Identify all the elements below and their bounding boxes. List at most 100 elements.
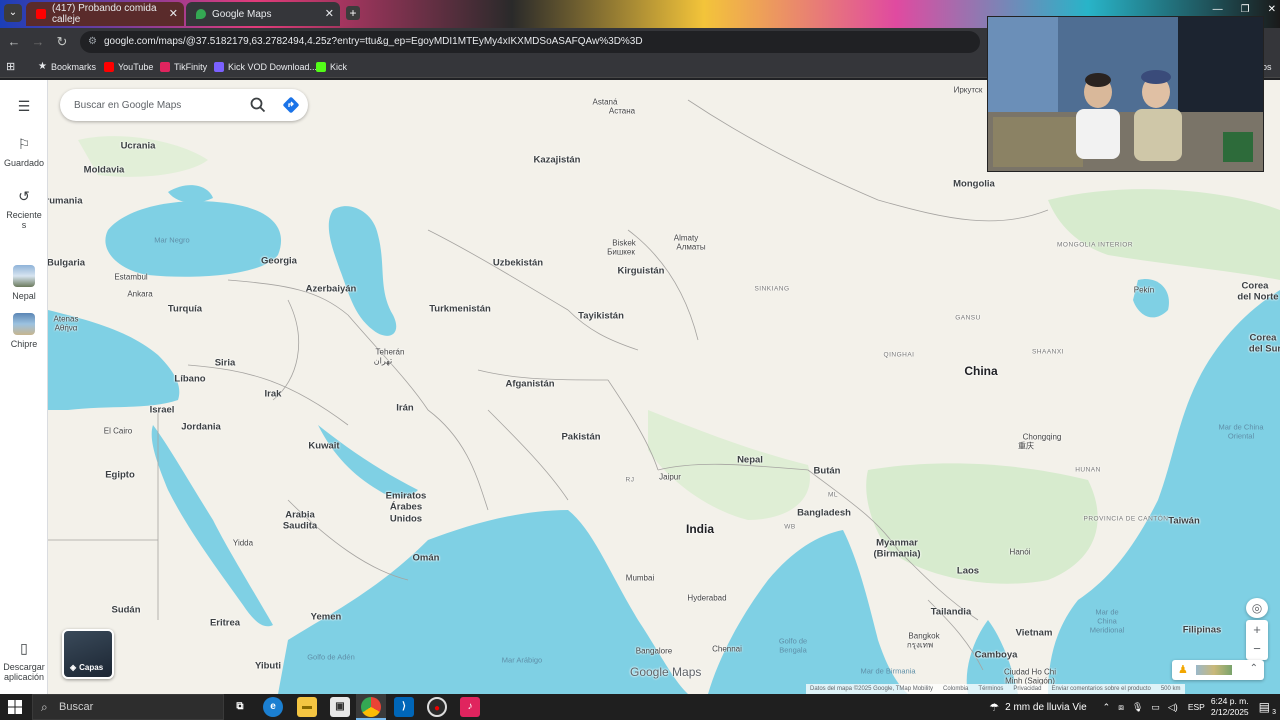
forward-arrow-icon[interactable]: → <box>30 34 46 50</box>
label-kazakhstan[interactable]: Kazajistán <box>534 155 581 166</box>
tiktok-icon[interactable]: ♪ <box>460 697 480 717</box>
label-afghanistan[interactable]: Afganistán <box>505 379 554 390</box>
label-astana[interactable]: Astaná <box>593 98 618 107</box>
label-georgia[interactable]: Georgia <box>261 256 297 267</box>
label-cairo[interactable]: El Cairo <box>104 427 132 436</box>
label-nepal[interactable]: Nepal <box>737 455 763 466</box>
attribution-terms[interactable]: Términos <box>978 684 1003 694</box>
maximize-icon[interactable]: ❐ <box>1241 4 1250 15</box>
clock[interactable]: 6:24 p. m. 2/12/2025 <box>1211 696 1249 718</box>
download-app-button[interactable]: ▯ Descargar aplicación <box>0 638 48 682</box>
label-yemen[interactable]: Yemen <box>311 612 342 623</box>
label-laos[interactable]: Laos <box>957 566 979 577</box>
label-ankara[interactable]: Ankara <box>127 290 152 299</box>
minimize-icon[interactable]: — <box>1213 4 1223 15</box>
label-beijing[interactable]: Pekín <box>1134 286 1154 295</box>
bookmark-bookmarks[interactable]: ★ Bookmarks <box>38 60 96 74</box>
label-almaty[interactable]: Almaty <box>674 234 698 243</box>
label-romania[interactable]: rumania <box>48 196 82 207</box>
search-icon[interactable] <box>248 95 268 115</box>
new-tab-button[interactable]: + <box>346 6 360 20</box>
map-canvas[interactable]: Astaná Астана Kazajistán Ucrania Moldavi… <box>48 80 1280 694</box>
label-taiwan[interactable]: Taiwán <box>1168 516 1200 527</box>
label-chennai[interactable]: Chennai <box>712 645 742 654</box>
label-lebanon[interactable]: Líbano <box>174 374 205 385</box>
label-azerbaijan[interactable]: Azerbaiyán <box>306 284 357 295</box>
edge-icon[interactable]: e <box>263 697 283 717</box>
file-explorer-icon[interactable]: ▬ <box>297 697 317 717</box>
chrome-icon[interactable] <box>361 697 381 717</box>
label-bishkek[interactable]: Biskek <box>612 239 636 248</box>
store-icon[interactable]: ▣ <box>330 697 350 717</box>
task-view-icon[interactable]: ⧉ <box>230 697 250 717</box>
close-tab-icon[interactable]: ✕ <box>169 7 178 20</box>
label-tehran[interactable]: Teherán <box>376 348 405 357</box>
tab-youtube[interactable]: (417) Probando comida calleje ✕ <box>26 2 184 26</box>
notifications-icon[interactable]: ▤ 3 <box>1259 700 1276 716</box>
label-south-korea-1[interactable]: Corea <box>1250 333 1277 344</box>
label-hyderabad[interactable]: Hyderabad <box>687 594 726 603</box>
bookmark-kick[interactable]: Kick <box>316 60 347 74</box>
attribution-feedback[interactable]: Enviar comentarios sobre el producto <box>1051 684 1150 694</box>
label-bhutan[interactable]: Bután <box>814 466 841 477</box>
bookmark-kick-vod[interactable]: Kick VOD Download... <box>214 60 317 74</box>
label-irkutsk[interactable]: Иркутск <box>954 86 983 95</box>
label-hanoi[interactable]: Hanói <box>1010 548 1031 557</box>
label-moldova[interactable]: Moldavia <box>84 165 125 176</box>
tab-google-maps[interactable]: Google Maps ✕ <box>186 2 340 26</box>
label-uae-1[interactable]: Emiratos <box>386 491 427 502</box>
imagery-thumbnails[interactable] <box>1196 665 1232 675</box>
label-jaipur[interactable]: Jaipur <box>659 473 681 482</box>
reload-icon[interactable]: ↻ <box>54 34 70 50</box>
back-arrow-icon[interactable]: ← <box>6 34 22 50</box>
close-tab-icon[interactable]: ✕ <box>325 7 334 20</box>
weather-text[interactable]: 2 mm de lluvia Vie <box>1005 702 1087 713</box>
label-ukraine[interactable]: Ucrania <box>121 141 156 152</box>
label-tajikistan[interactable]: Tayikistán <box>578 311 624 322</box>
label-syria[interactable]: Siria <box>215 358 236 369</box>
language-indicator[interactable]: ESP <box>1188 702 1205 712</box>
label-egypt[interactable]: Egipto <box>105 470 135 481</box>
label-mongolia[interactable]: Mongolia <box>953 179 995 190</box>
label-jeddah[interactable]: Yidda <box>233 539 253 548</box>
label-iraq[interactable]: Irak <box>265 389 282 400</box>
label-sudan[interactable]: Sudán <box>111 605 140 616</box>
label-cambodia[interactable]: Camboya <box>975 650 1018 661</box>
recent-button[interactable]: ↺ Reciente s <box>0 186 48 230</box>
vscode-icon[interactable]: ⟩ <box>394 697 414 717</box>
label-saudi-arabia-1[interactable]: Arabia <box>285 510 315 521</box>
zoom-out-button[interactable]: − <box>1246 639 1268 658</box>
label-turkmenistan[interactable]: Turkmenistán <box>429 304 491 315</box>
label-india[interactable]: India <box>686 522 714 536</box>
bookmark-youtube[interactable]: YouTube <box>104 60 153 74</box>
layers-button[interactable]: ◈ Capas <box>62 629 114 679</box>
label-eritrea[interactable]: Eritrea <box>210 618 240 629</box>
volume-icon[interactable]: ◁) <box>1168 702 1178 713</box>
address-bar[interactable]: ⚙ google.com/maps/@37.5182179,63.2782494… <box>80 31 980 53</box>
label-oman[interactable]: Omán <box>413 553 440 564</box>
close-window-icon[interactable]: ✕ <box>1268 4 1276 15</box>
menu-button[interactable]: ☰ <box>0 96 48 120</box>
label-uzbekistan[interactable]: Uzbekistán <box>493 258 543 269</box>
expand-up-icon[interactable]: ⌃ <box>1250 663 1258 674</box>
attribution-country[interactable]: Colombia <box>943 684 968 694</box>
label-jordan[interactable]: Jordania <box>181 422 221 433</box>
microphone-icon[interactable]: 🎙 <box>1132 702 1143 713</box>
label-hcmc-1[interactable]: Ciudad Ho Chi <box>1004 668 1056 677</box>
bookmark-tikfinity[interactable]: TikFinity <box>160 60 207 74</box>
saved-button[interactable]: ⚐ Guardado <box>0 134 48 168</box>
weather-icon[interactable]: ☂ <box>989 701 999 714</box>
label-kuwait[interactable]: Kuwait <box>308 441 339 452</box>
label-thailand[interactable]: Tailandia <box>931 607 971 618</box>
label-bulgaria[interactable]: Bulgaria <box>48 258 85 269</box>
attribution-privacy[interactable]: Privacidad <box>1013 684 1041 694</box>
label-djibouti[interactable]: Yibuti <box>255 661 281 672</box>
label-istanbul[interactable]: Estambul <box>114 273 147 282</box>
obs-icon[interactable]: ● <box>427 697 447 717</box>
search-input[interactable] <box>74 97 244 113</box>
label-philippines[interactable]: Filipinas <box>1183 625 1222 636</box>
label-north-korea-1[interactable]: Corea <box>1242 281 1269 292</box>
label-iran[interactable]: Irán <box>396 403 413 414</box>
recent-place-cyprus[interactable]: Chipre <box>0 313 48 349</box>
label-myanmar-1[interactable]: Myanmar <box>876 538 918 549</box>
